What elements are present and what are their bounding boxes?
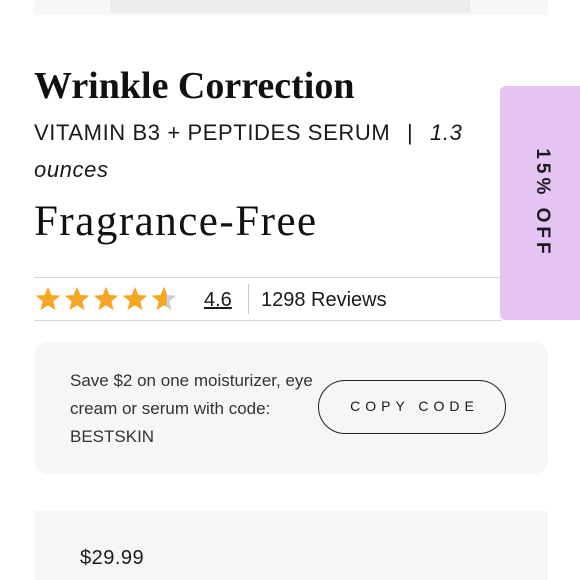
product-image-bottom-edge (34, 0, 548, 15)
star-icon (122, 286, 148, 311)
promo-box: Save $2 on one moisturizer, eye cream or… (34, 342, 548, 474)
product-title: Wrinkle Correction (34, 65, 355, 107)
price-box: $29.99 (34, 511, 548, 580)
discount-tab[interactable]: 15% OFF (500, 86, 580, 320)
rating-divider (248, 284, 249, 314)
star-icon (93, 286, 119, 311)
copy-code-button[interactable]: COPY CODE (318, 380, 506, 434)
subtitle-separator: | (406, 120, 414, 145)
reviews-link[interactable]: 1298 Reviews (261, 288, 387, 312)
product-image (110, 0, 470, 13)
star-icon (64, 286, 90, 311)
discount-label: 15% OFF (532, 148, 553, 258)
price: $29.99 (80, 547, 145, 569)
rating-value-link[interactable]: 4.6 (204, 288, 232, 312)
promo-text: Save $2 on one moisturizer, eye cream or… (70, 371, 313, 446)
product-variant: Fragrance-Free (34, 198, 318, 245)
product-subtitle: VITAMIN B3 + PEPTIDES SERUM | 1.3 ounces (34, 114, 504, 188)
product-description: VITAMIN B3 + PEPTIDES SERUM (34, 120, 391, 145)
rating-row: 4.6 1298 Reviews (34, 277, 502, 321)
star-icon (35, 286, 61, 311)
star-icon (151, 286, 177, 311)
star-rating[interactable] (34, 282, 179, 316)
